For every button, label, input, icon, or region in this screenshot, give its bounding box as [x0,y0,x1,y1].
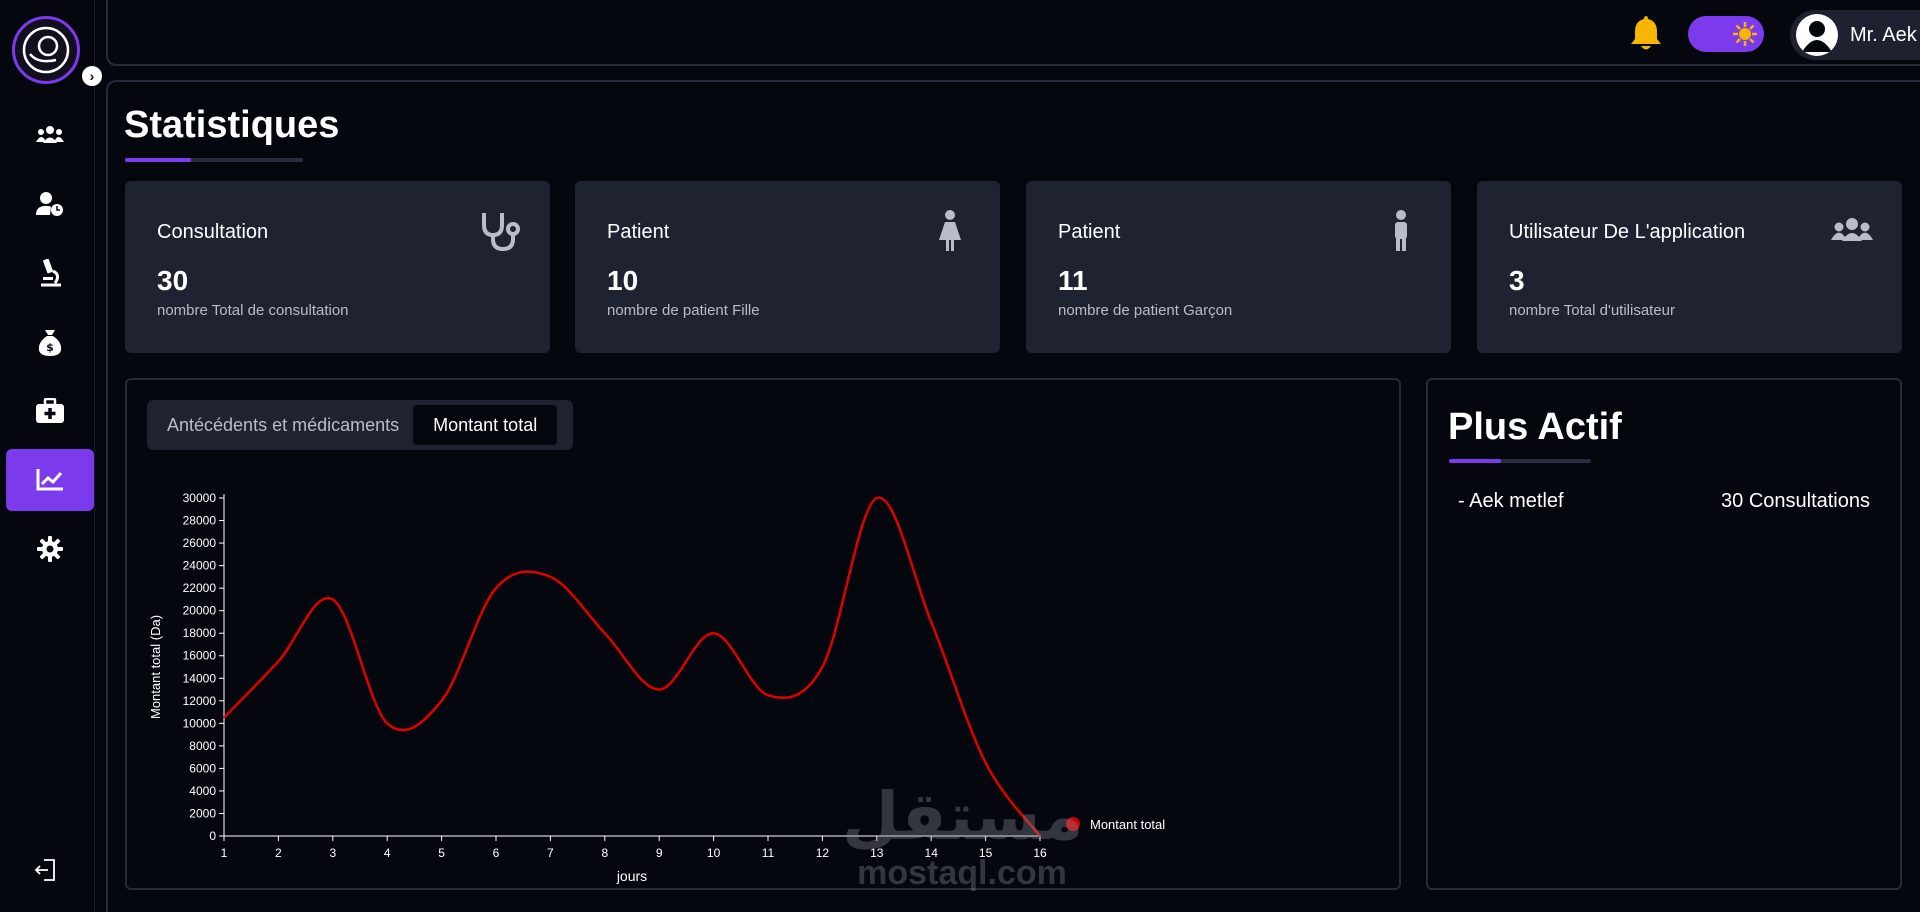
card-title: Consultation [157,221,269,243]
sidebar-item-lab[interactable] [6,242,94,304]
medical-kit-icon [36,398,64,423]
sidebar-item-settings[interactable] [6,518,94,580]
watermark-text: mostaql.com [857,854,1067,892]
card-value: 11 [1058,265,1088,296]
x-tick-label: 8 [601,846,608,860]
chart-panel: Antécédents et médicaments Montant total… [125,378,1401,890]
title-underline [125,158,303,162]
users-icon [36,126,64,143]
stat-card-app-users: Utilisateur De L'application 3 nombre To… [1477,181,1902,353]
y-tick-label: 6000 [189,761,216,775]
sidebar-item-medical-kit[interactable] [6,380,94,442]
x-tick-label: 5 [438,846,445,860]
sidebar-item-users[interactable] [6,104,94,166]
card-value: 30 [157,265,189,296]
x-tick-label: 12 [816,846,830,860]
watermark: مستقل mostaql.com [842,778,1084,898]
x-tick-label: 4 [384,846,391,860]
logout-button[interactable] [32,856,60,884]
female-icon [939,210,961,251]
sidebar-collapse-button[interactable]: › [82,66,102,86]
logout-icon [34,859,55,881]
y-tick-label: 8000 [189,739,216,753]
gear-icon [37,536,63,562]
active-user-count: 30 Consultations [1721,490,1870,512]
x-tick-label: 10 [707,846,721,860]
card-description: nombre de patient Fille [607,302,760,319]
y-tick-label: 16000 [183,649,217,663]
user-clock-icon [36,192,63,216]
sidebar: › $ [0,0,102,912]
x-tick-label: 6 [493,846,500,860]
y-tick-label: 22000 [183,581,217,595]
svg-text:$: $ [46,341,54,354]
sun-icon [1733,22,1757,46]
bell-icon [1631,16,1661,50]
card-title: Utilisateur De L'application [1509,221,1746,243]
most-active-underline [1449,459,1591,463]
user-menu[interactable]: Mr. Aek metlef [1790,10,1920,60]
y-tick-label: 26000 [183,536,217,550]
y-tick-label: 30000 [183,491,217,505]
most-active-panel: Plus Actif - Aek metlef 30 Consultations [1426,378,1902,890]
card-value: 3 [1509,265,1525,296]
x-tick-label: 3 [329,846,336,860]
card-description: nombre Total d'utilisateur [1509,302,1676,319]
x-tick-label: 7 [547,846,554,860]
y-tick-label: 18000 [183,626,217,640]
sidebar-item-statistics[interactable] [6,449,94,511]
list-item: - Aek metlef 30 Consultations [1458,490,1870,513]
y-tick-label: 4000 [189,784,216,798]
users-icon [1831,218,1873,241]
y-axis-label: Montant total (Da) [148,615,163,719]
chart-line-icon [36,469,63,491]
legend-label: Montant total [1090,817,1165,832]
microscope-icon [41,259,61,287]
avatar [1796,14,1838,56]
money-bag-icon: $ [38,330,62,356]
x-tick-label: 1 [221,846,228,860]
y-tick-label: 12000 [183,694,217,708]
card-description: nombre Total de consultation [157,302,349,319]
x-tick-label: 11 [762,846,775,860]
y-tick-label: 0 [209,829,216,843]
user-icon [1802,21,1832,52]
x-axis-label: jours [616,868,647,884]
most-active-title: Plus Actif [1448,406,1622,448]
page-title: Statistiques [124,104,340,146]
stat-card-consultation: Consultation 30 nombre Total de consulta… [125,181,550,353]
card-title: Patient [1058,221,1121,243]
y-tick-label: 14000 [183,671,217,685]
stethoscope-icon [482,213,520,252]
sidebar-nav: $ [6,104,94,587]
y-tick-label: 24000 [183,559,217,573]
card-description: nombre de patient Garçon [1058,302,1233,319]
active-user-name: - Aek metlef [1458,490,1564,512]
stat-card-patient-boys: Patient 11 nombre de patient Garçon [1026,181,1451,353]
line-chart: 0 2000 4000 6000 8000 10000 12000 14000 16000 180… [148,491,1165,884]
card-title: Patient [607,221,670,243]
baby-logo-icon [22,26,70,74]
y-tick-label: 10000 [183,716,217,730]
y-tick-label: 2000 [189,806,216,820]
app-logo[interactable] [12,16,80,84]
y-tick-label: 28000 [183,514,217,528]
male-icon [1395,210,1407,251]
user-name: Mr. Aek metlef [1850,23,1920,46]
sidebar-item-finance[interactable]: $ [6,311,94,373]
notifications-button[interactable] [1628,14,1664,52]
stat-card-patient-girls: Patient 10 nombre de patient Fille [575,181,1000,353]
x-tick-label: 2 [275,846,282,860]
x-tick-label: 9 [656,846,663,860]
top-bar: Mr. Aek metlef [106,0,1920,66]
card-value: 10 [607,265,639,296]
y-tick-label: 20000 [183,604,217,618]
watermark-arabic: مستقل [842,778,1084,855]
sidebar-item-patients-schedule[interactable] [6,173,94,235]
theme-toggle[interactable] [1688,16,1764,52]
